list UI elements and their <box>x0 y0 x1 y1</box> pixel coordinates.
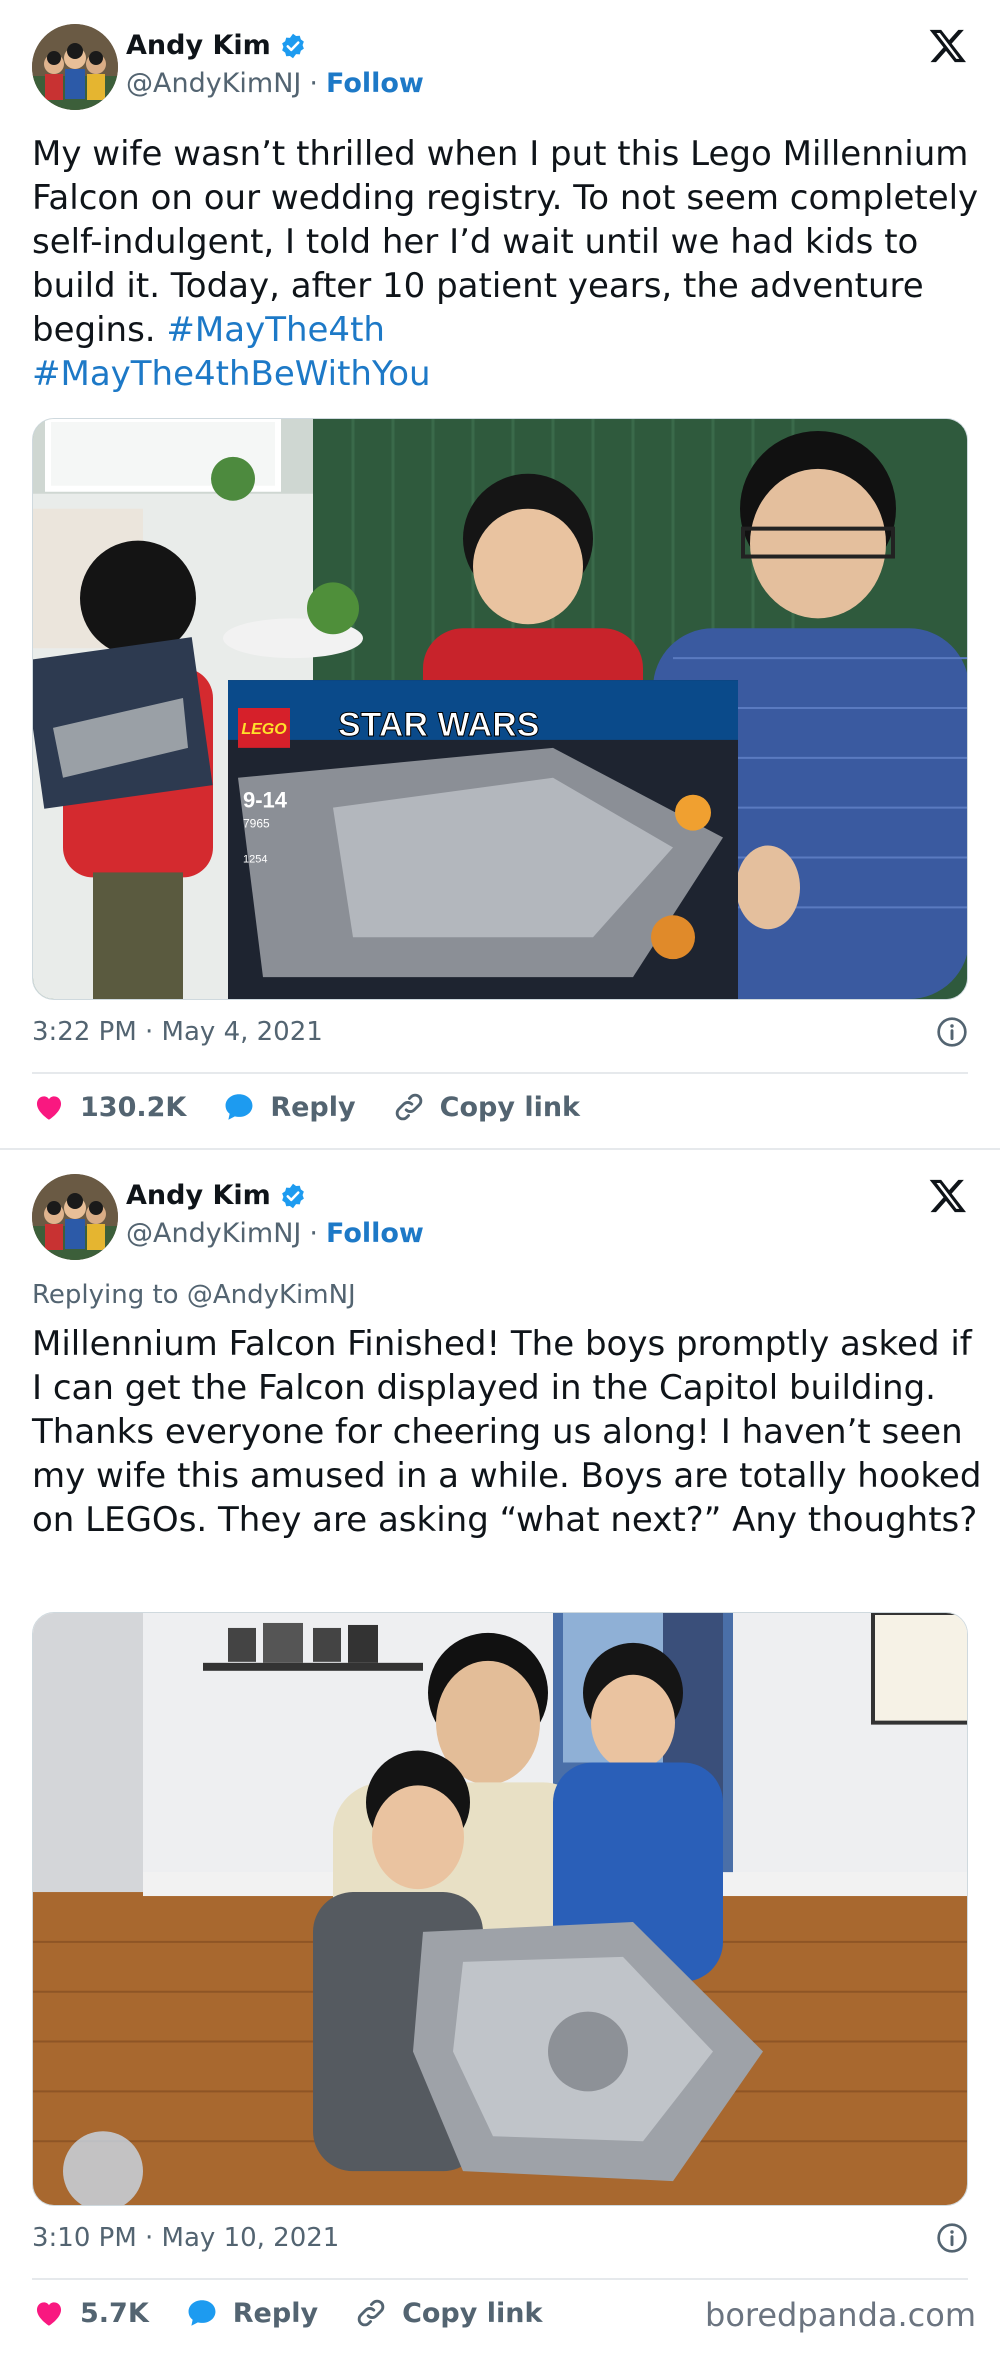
info-icon[interactable] <box>936 1016 968 1048</box>
box-title-text: STAR WARS <box>338 706 539 744</box>
link-icon <box>357 2299 385 2327</box>
box-pieces-text: 1254 <box>243 853 267 865</box>
tweet-meta-row: 3:22 PM · May 4, 2021 <box>32 1016 968 1048</box>
divider <box>32 2278 968 2280</box>
author-handle-row: @AndyKimNJ · Follow <box>126 68 424 99</box>
separator: · <box>309 68 318 99</box>
tweet-timestamp[interactable]: 3:22 PM · May 4, 2021 <box>32 1017 323 1047</box>
copy-link-button[interactable]: Copy link <box>392 1090 580 1124</box>
follow-button[interactable]: Follow <box>326 68 424 99</box>
copy-link-button[interactable]: Copy link <box>354 2296 542 2330</box>
tweet-card-1: Andy Kim @AndyKimNJ · Follow My wife was… <box>0 0 1000 1150</box>
author-handle-row: @AndyKimNJ · Follow <box>126 1218 424 1249</box>
follow-button[interactable]: Follow <box>326 1218 424 1249</box>
verified-badge-icon <box>279 1182 307 1210</box>
info-icon[interactable] <box>936 2222 968 2254</box>
reply-button[interactable]: Reply <box>185 2296 318 2330</box>
tweet-text: My wife wasn’t thrilled when I put this … <box>32 132 982 396</box>
tweet-photo[interactable] <box>32 1612 968 2206</box>
author-avatar[interactable] <box>32 24 118 110</box>
replying-to[interactable]: Replying to @AndyKimNJ <box>32 1280 356 1310</box>
author-name-row: Andy Kim <box>126 30 307 61</box>
heart-icon <box>36 2302 62 2326</box>
author-name[interactable]: Andy Kim <box>126 1180 271 1211</box>
tweet-body: Millennium Falcon Finished! The boys pro… <box>32 1324 982 1540</box>
copy-link-label: Copy link <box>439 1091 581 1123</box>
box-age-text: 9-14 <box>243 788 288 813</box>
tweet-meta-row: 3:10 PM · May 10, 2021 <box>32 2222 968 2254</box>
like-count: 130.2K <box>80 1091 187 1123</box>
tweet-actions: 5.7K Reply Copy link <box>32 2296 542 2330</box>
reply-bubble-icon <box>225 1094 253 1120</box>
verified-badge-icon <box>279 32 307 60</box>
tweet-photo[interactable]: LEGO STAR WARS 9-14 7965 1254 <box>32 418 968 1000</box>
reply-label: Reply <box>232 2297 319 2329</box>
hashtag-link[interactable]: #MayThe4thBeWithYou <box>32 354 431 394</box>
author-handle[interactable]: @AndyKimNJ <box>126 68 301 99</box>
reply-bubble-icon <box>188 2300 216 2326</box>
lego-logo-text: LEGO <box>241 721 287 738</box>
author-name[interactable]: Andy Kim <box>126 30 271 61</box>
tweet-timestamp[interactable]: 3:10 PM · May 10, 2021 <box>32 2223 339 2253</box>
heart-icon <box>36 1096 62 1120</box>
watermark: boredpanda.com <box>705 2296 976 2334</box>
hashtag-link[interactable]: #MayThe4th <box>166 310 385 350</box>
tweet-actions: 130.2K Reply Copy link <box>32 1090 580 1124</box>
like-button[interactable]: 5.7K <box>32 2296 149 2330</box>
tweet-text: Millennium Falcon Finished! The boys pro… <box>32 1322 982 1542</box>
author-name-row: Andy Kim <box>126 1180 307 1211</box>
divider <box>32 1072 968 1074</box>
box-number-text: 7965 <box>243 817 270 831</box>
reply-button[interactable]: Reply <box>222 1090 356 1124</box>
separator: · <box>309 1218 318 1249</box>
reply-label: Reply <box>270 1091 356 1123</box>
like-count: 5.7K <box>80 2297 149 2329</box>
author-avatar[interactable] <box>32 1174 118 1260</box>
author-handle[interactable]: @AndyKimNJ <box>126 1218 301 1249</box>
link-icon <box>395 1093 422 1121</box>
x-logo-icon[interactable] <box>928 26 968 66</box>
x-logo-icon[interactable] <box>928 1176 968 1216</box>
like-button[interactable]: 130.2K <box>32 1090 186 1124</box>
copy-link-label: Copy link <box>402 2297 543 2329</box>
tweet-card-2: Andy Kim @AndyKimNJ · Follow Replying to… <box>0 1150 1000 2356</box>
